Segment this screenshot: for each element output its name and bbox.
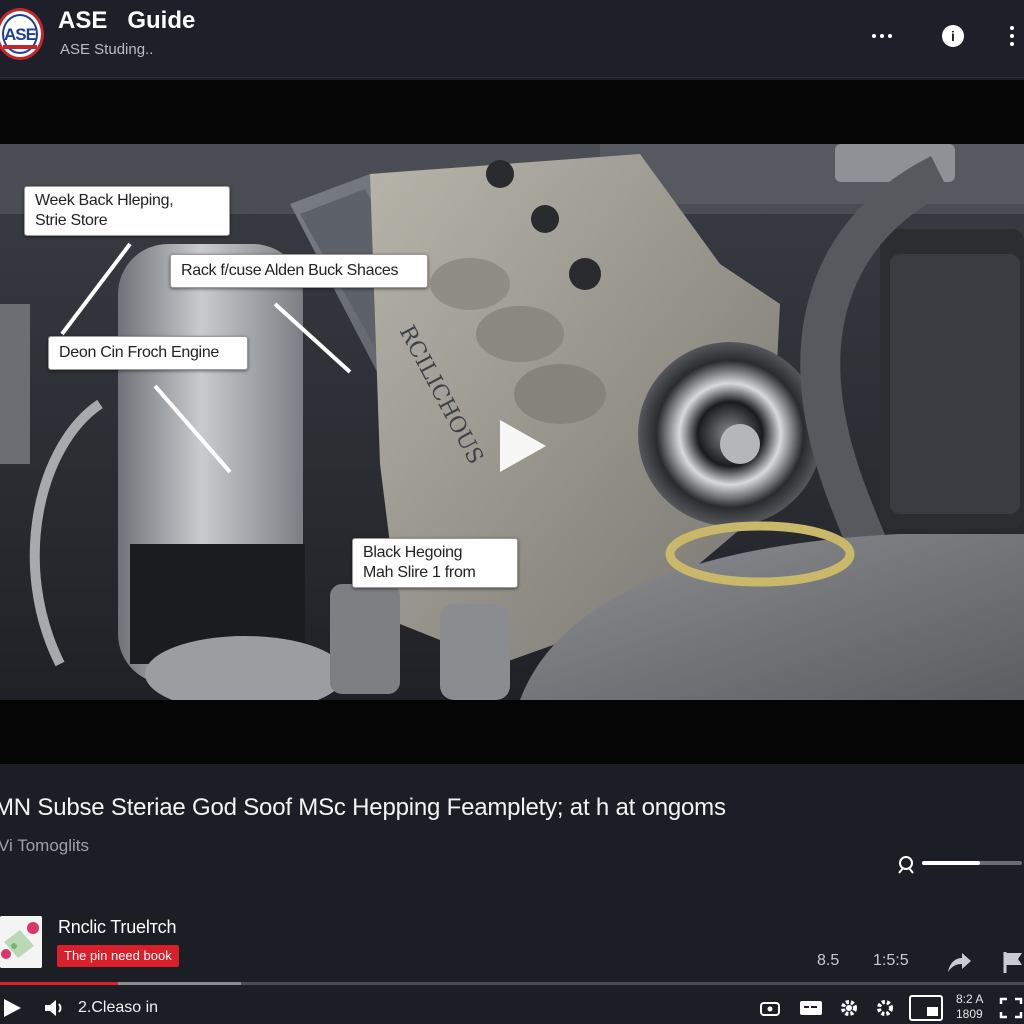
quality-button[interactable]	[873, 994, 897, 1022]
captions-button[interactable]	[758, 994, 782, 1022]
callout-line: Black Hegoing	[363, 544, 463, 561]
callout-line: Mah Slire 1 from	[363, 564, 476, 581]
app-subtitle: ASE Studing..	[60, 41, 154, 58]
time-display: 2.Cleaso in	[78, 999, 159, 1016]
callout-deon: Deon Cin Froch Engine	[48, 336, 248, 370]
fullscreen-icon	[999, 997, 1023, 1019]
captions-icon	[760, 1002, 780, 1016]
fullscreen-button[interactable]	[998, 994, 1024, 1022]
share-icon[interactable]	[946, 950, 972, 974]
miniplayer-icon	[909, 995, 943, 1021]
stat-rating: 8.5	[817, 952, 840, 969]
seek-played	[0, 982, 118, 985]
seek-bar[interactable]	[0, 982, 1024, 985]
stat-duration: 1:5:5	[873, 952, 909, 969]
channel-thumbnail[interactable]	[0, 916, 42, 968]
video-subtitle: Vi Tomoglits	[0, 836, 90, 855]
info-icon[interactable]: i	[937, 20, 969, 52]
video-frame-engine: RCILICHOUS Week Back Hleping, Strie Stor…	[0, 144, 1024, 700]
callout-line: Week Back Hleping,	[35, 192, 174, 209]
volume-level-fill	[922, 861, 980, 865]
play-icon	[4, 999, 21, 1017]
flag-icon[interactable]	[1002, 950, 1024, 974]
logo-stripe	[3, 45, 37, 49]
channel-badge[interactable]: The pin need book	[57, 945, 179, 967]
logo-text: ASE	[4, 25, 37, 44]
clock-bottom: 1809	[956, 1007, 983, 1021]
channel-name[interactable]: Rnclic Truelтch	[58, 917, 176, 938]
subtitles-button[interactable]	[798, 994, 824, 1022]
more-horizontal-icon[interactable]	[866, 20, 898, 52]
thumbnail-image	[0, 916, 42, 968]
settings-gear-icon	[877, 1000, 893, 1016]
subtitles-icon	[800, 1001, 822, 1015]
settings-icon	[841, 1000, 857, 1016]
volume-button[interactable]	[42, 994, 66, 1022]
callout-black: Black Hegoing Mah Slire 1 from	[352, 538, 518, 588]
video-player[interactable]: RCILICHOUS Week Back Hleping, Strie Stor…	[0, 80, 1024, 764]
user-search-icon[interactable]	[896, 855, 916, 875]
more-vertical-icon[interactable]	[1000, 20, 1024, 52]
clock-display: 8:2 A 1809	[956, 992, 983, 1022]
callout-rack: Rack f/cuse Alden Buck Shaces	[170, 254, 428, 288]
callout-line: Rack f/cuse Alden Buck Shaces	[181, 262, 399, 279]
settings-button[interactable]	[837, 994, 861, 1022]
clock-top: 8:2 A	[956, 992, 984, 1006]
app-title: ASE Guide	[58, 7, 196, 34]
play-overlay-icon[interactable]	[496, 418, 548, 474]
callout-week-back: Week Back Hleping, Strie Store	[24, 186, 230, 236]
video-title: MN Subse Steriae God Soof MSc Hepping Fe…	[0, 794, 726, 821]
callout-line: Strie Store	[35, 212, 108, 229]
ase-logo[interactable]: ASE	[0, 8, 44, 60]
app-header: ASE ASE Guide ASE Studing.. i	[0, 0, 1024, 78]
miniplayer-button[interactable]	[908, 994, 944, 1022]
callout-line: Deon Cin Froch Engine	[59, 344, 220, 361]
play-button[interactable]	[0, 994, 24, 1022]
volume-icon	[45, 1000, 62, 1016]
volume-level-bar[interactable]	[922, 861, 1022, 865]
